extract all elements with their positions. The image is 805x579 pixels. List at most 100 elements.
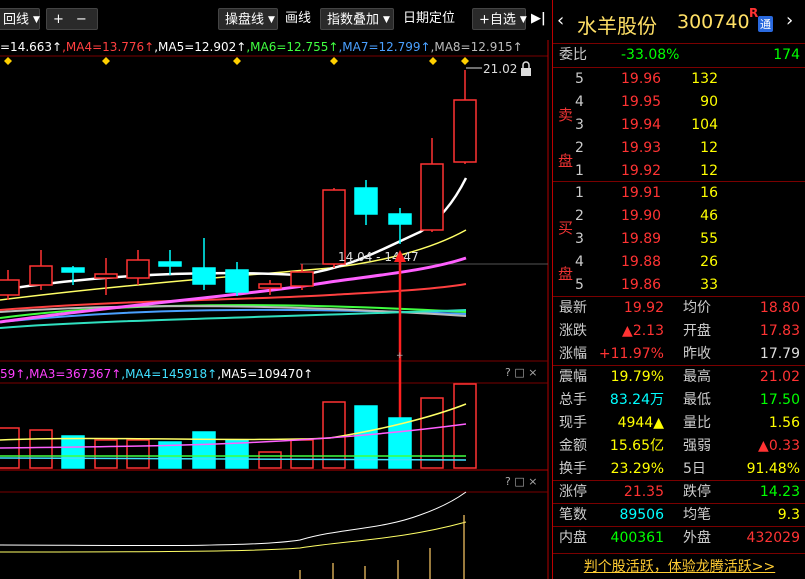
stat-label: 外盘 [683, 530, 711, 546]
ask-volume: 12 [700, 163, 718, 179]
event-marker-icon[interactable] [429, 57, 437, 65]
candle-body [29, 265, 53, 286]
event-marker-icon[interactable] [461, 57, 469, 65]
candle-body [0, 279, 20, 296]
stat-value: 83.24万 [609, 392, 664, 408]
stats-row: 总手 83.24万 最低 17.50 [553, 389, 805, 412]
candle-body [388, 213, 412, 225]
ask-price: 19.96 [621, 71, 662, 87]
stat-label: 换手 [559, 461, 587, 477]
candle-body [420, 163, 444, 231]
badge-tong[interactable]: 通 [758, 16, 773, 32]
price-high-label: 21.02 [483, 62, 517, 76]
candle-body [192, 267, 216, 285]
stat-value: 91.48% [746, 461, 800, 477]
stat-value: 21.02 [759, 369, 800, 385]
stat-value: 21.35 [623, 484, 664, 500]
ask-row[interactable]: 5 19.96 132 [553, 68, 805, 91]
stats-row: 最新 19.92 均价 18.80 [553, 297, 805, 320]
stat-value: 9.3 [777, 507, 800, 523]
event-marker-icon[interactable] [4, 57, 12, 65]
ask-row[interactable]: 3 19.94 104 [553, 114, 805, 137]
weibi-diff: 174 [773, 47, 800, 63]
stat-label: 金额 [559, 438, 587, 454]
volume-legend: 59↑,MA3=367367↑,MA4=145918↑,MA5=109470↑ [0, 365, 313, 383]
stat-label: 跌停 [683, 484, 711, 500]
stat-value: ▲2.13 [622, 323, 664, 339]
stat-label: 最高 [683, 369, 711, 385]
lock-icon[interactable] [521, 61, 531, 76]
volume-bar [420, 397, 444, 469]
weibi-row: 委比 -33.08% 174 [553, 44, 805, 67]
bid-row[interactable]: 5 19.86 33 [553, 274, 805, 297]
bid-level: 1 [575, 185, 584, 201]
bid-row[interactable]: 2 19.90 46 [553, 205, 805, 228]
bid-level: 3 [575, 231, 584, 247]
event-marker-icon[interactable] [102, 57, 110, 65]
kline-chart[interactable]: 21.02 14.04 - 14.47 + [0, 0, 552, 579]
volume-bar [29, 429, 53, 469]
volume-bar [61, 435, 85, 469]
bid-level: 4 [575, 254, 584, 270]
vol-legend-item: ,MA3=367367↑ [25, 367, 122, 381]
stat-value: ▲0.33 [758, 438, 800, 454]
chevron-right-icon[interactable]: › [786, 10, 793, 31]
chevron-left-icon[interactable]: ‹ [557, 10, 564, 31]
stat-value: 432029 [746, 530, 800, 546]
crosshair-marker: + [396, 351, 404, 361]
stat-label: 内盘 [559, 530, 587, 546]
ask-row[interactable]: 1 19.92 12 [553, 160, 805, 183]
event-markers [4, 57, 469, 65]
volume-bar [225, 439, 249, 469]
stat-label: 最低 [683, 392, 711, 408]
stat-label: 强弱 [683, 438, 711, 454]
stat-label: 涨幅 [559, 346, 587, 362]
volume-bar [126, 439, 150, 469]
bid-volume: 55 [700, 231, 718, 247]
stats-row: 金额 15.65亿 强弱 ▲0.33 [553, 435, 805, 458]
stat-value: 14.23 [759, 484, 800, 500]
stat-label: 笔数 [559, 507, 587, 523]
badge-r: R [749, 6, 759, 20]
ask-price: 19.92 [621, 163, 662, 179]
indicator-panel-controls[interactable]: ? □ × [505, 475, 537, 488]
ask-volume: 90 [700, 94, 718, 110]
bid-volume: 46 [700, 208, 718, 224]
ask-row[interactable]: 4 19.95 90 [553, 91, 805, 114]
vol-legend-item: ,MA5=109470↑ [217, 367, 314, 381]
vol-legend-item: 59↑ [0, 367, 26, 381]
ask-volume: 104 [691, 117, 718, 133]
stat-label: 量比 [683, 415, 711, 431]
ask-price: 19.93 [621, 140, 662, 156]
bid-row[interactable]: 1 19.91 16 [553, 182, 805, 205]
range-label: 14.04 - 14.47 [338, 250, 419, 264]
volume-bar [192, 431, 216, 469]
indicator-line-white [0, 491, 467, 547]
bid-price: 19.88 [621, 254, 662, 270]
stat-label: 现手 [559, 415, 587, 431]
indicator-lines [0, 491, 467, 553]
ask-row[interactable]: 2 19.93 12 [553, 137, 805, 160]
stats-row: 内盘 400361 外盘 432029 [553, 527, 805, 550]
bid-price: 19.89 [621, 231, 662, 247]
candle-body [94, 273, 118, 279]
event-marker-icon[interactable] [233, 57, 241, 65]
volume-bar [322, 401, 346, 469]
stats-row: 笔数 89506 均笔 9.3 [553, 504, 805, 527]
candle-body [258, 283, 282, 289]
candle-body [290, 271, 314, 287]
stat-label: 均价 [683, 300, 711, 316]
bid-price: 19.91 [621, 185, 662, 201]
volume-panel-controls[interactable]: ? □ × [505, 366, 537, 379]
bid-level: 5 [575, 277, 584, 293]
ask-volume: 132 [691, 71, 718, 87]
vol-legend-item: ,MA4=145918↑ [121, 367, 218, 381]
promo-link[interactable]: 判个股活跃，体验龙腾活跃>> [553, 555, 805, 579]
volume-bar [258, 451, 282, 469]
bid-row[interactable]: 3 19.89 55 [553, 228, 805, 251]
event-marker-icon[interactable] [330, 57, 338, 65]
volume-bar [94, 439, 118, 469]
bid-row[interactable]: 4 19.88 26 [553, 251, 805, 274]
bid-volume: 33 [700, 277, 718, 293]
stats-row: 现手 4944▲ 量比 1.56 [553, 412, 805, 435]
